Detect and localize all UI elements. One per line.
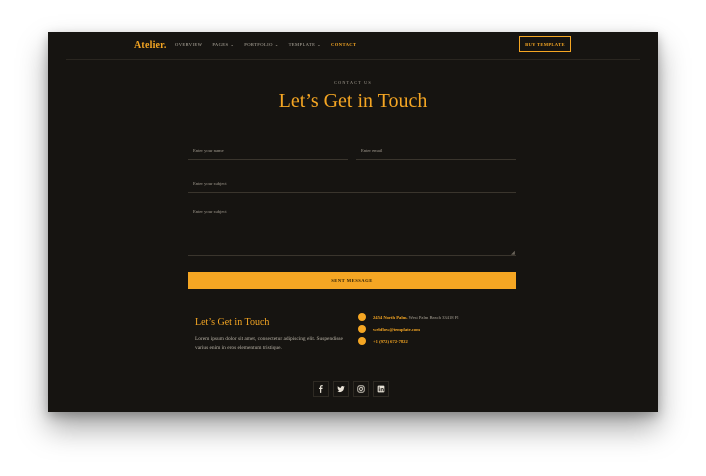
menu-item-label: TEMPLATE: [288, 42, 316, 47]
menu-item-label: PAGES: [212, 42, 229, 47]
top-nav: Atelier. OVERVIEW PAGES ⌄ PORTFOLIO ⌄ TEMP…: [48, 32, 658, 58]
chevron-down-icon: ⌄: [274, 42, 279, 47]
page-frame: Atelier. OVERVIEW PAGES ⌄ PORTFOLIO ⌄ TEMP…: [48, 32, 658, 412]
info-description: Lorem ipsum dolor sit amet, consectetur …: [195, 336, 343, 351]
message-field[interactable]: [188, 204, 516, 256]
email-row: webflow@template.com: [358, 325, 420, 333]
resize-grip-icon[interactable]: ◢: [511, 250, 515, 256]
menu-item-portfolio[interactable]: PORTFOLIO ⌄: [244, 42, 278, 47]
address-bold: 2454 North Palm.: [373, 314, 408, 320]
page-title: Let’s Get in Touch: [278, 90, 428, 112]
location-icon: [358, 313, 366, 321]
email-field[interactable]: [356, 142, 516, 160]
phone-icon: [358, 337, 366, 345]
menu-item-label: PORTFOLIO: [244, 42, 273, 47]
chevron-down-icon: ⌄: [230, 42, 235, 47]
send-message-button[interactable]: SENT MESSAGE: [188, 272, 516, 289]
email-link[interactable]: webflow@template.com: [373, 327, 420, 332]
menu-item-pages[interactable]: PAGES ⌄: [212, 42, 234, 47]
buy-template-button[interactable]: BUY TEMPLATE: [519, 36, 571, 52]
main-menu: OVERVIEW PAGES ⌄ PORTFOLIO ⌄ TEMPLATE ⌄ CON…: [175, 42, 356, 47]
subject-field[interactable]: [188, 175, 516, 193]
logo[interactable]: Atelier.: [134, 40, 167, 51]
linkedin-icon[interactable]: [373, 381, 389, 397]
address-rest: West Palm Beach 33418 Fl: [407, 314, 459, 320]
address-text: 2454 North Palm. West Palm Beach 33418 F…: [373, 315, 459, 320]
mail-icon: [358, 325, 366, 333]
instagram-icon[interactable]: [353, 381, 369, 397]
facebook-icon[interactable]: [313, 381, 329, 397]
menu-item-label: CONTACT: [331, 42, 357, 47]
section-eyebrow: CONTACT US: [334, 80, 372, 85]
address-row: 2454 North Palm. West Palm Beach 33418 F…: [358, 313, 459, 321]
twitter-icon[interactable]: [333, 381, 349, 397]
menu-item-label: OVERVIEW: [175, 42, 203, 47]
menu-item-overview[interactable]: OVERVIEW: [175, 42, 202, 47]
menu-item-contact[interactable]: CONTACT: [331, 42, 356, 47]
info-title: Let’s Get in Touch: [195, 317, 270, 328]
phone-link[interactable]: +1 (972) 672-7822: [373, 339, 408, 344]
chevron-down-icon: ⌄: [317, 42, 322, 47]
phone-row: +1 (972) 672-7822: [358, 337, 408, 345]
name-field[interactable]: [188, 142, 348, 160]
menu-item-template[interactable]: TEMPLATE ⌄: [289, 42, 321, 47]
nav-divider: [66, 59, 640, 60]
